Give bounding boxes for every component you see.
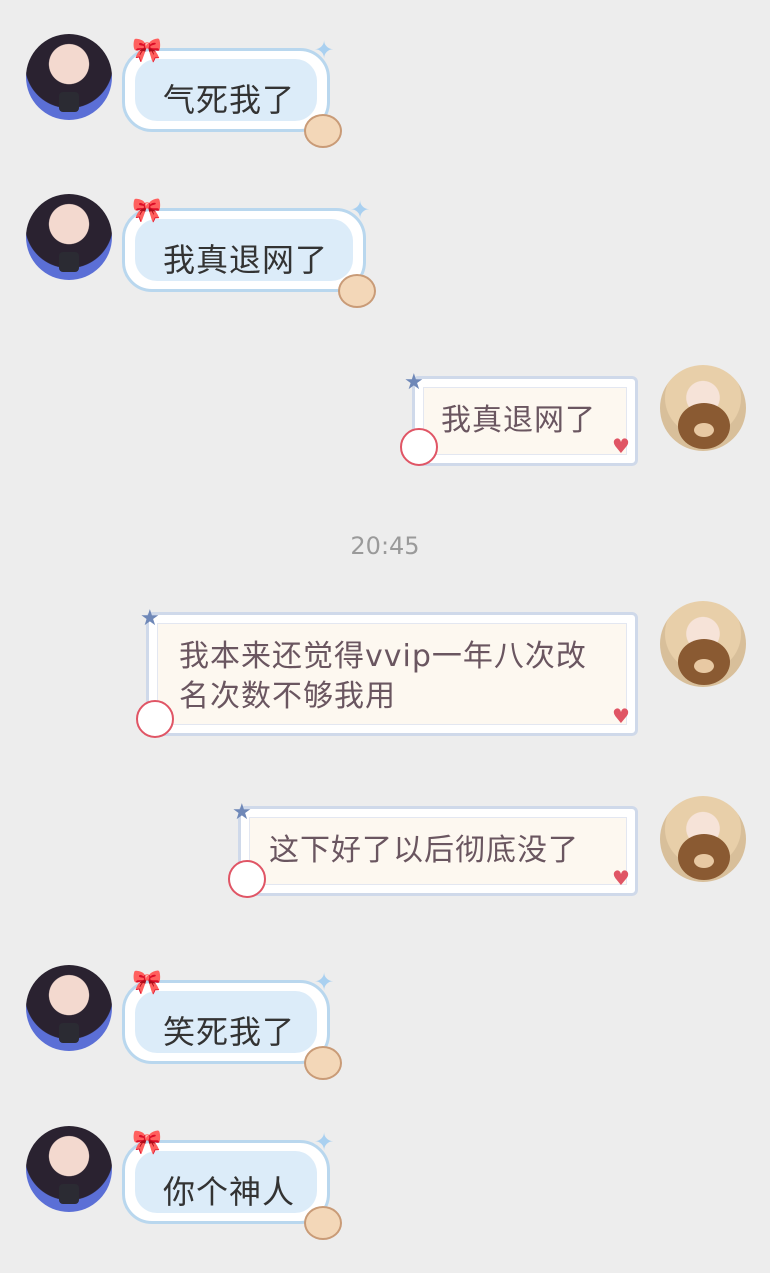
star-icon: ★ (404, 370, 424, 395)
sparkle-icon: ✦ (314, 968, 335, 996)
ribbon-bow-icon: 🎀 (132, 968, 162, 996)
ribbon-bow-icon: 🎀 (132, 196, 162, 224)
deer-sticker-icon (304, 1206, 342, 1240)
timestamp: 20:45 (350, 532, 420, 560)
message-bubble[interactable]: 我真退网了 (412, 376, 638, 466)
hello-kitty-sticker-icon (228, 860, 266, 898)
user-avatar[interactable] (660, 601, 746, 687)
contact-avatar[interactable] (26, 194, 112, 280)
message-text: 我真退网了 (163, 241, 329, 279)
message-text: 这下好了以后彻底没了 (269, 833, 579, 868)
deer-sticker-icon (304, 114, 342, 148)
message-text: 我本来还觉得vvip一年八次改名次数不够我用 (179, 639, 587, 714)
hello-kitty-sticker-icon (136, 700, 174, 738)
sparkle-icon: ✦ (314, 1128, 335, 1156)
message-text: 我真退网了 (441, 403, 596, 438)
message-bubble[interactable]: 我本来还觉得vvip一年八次改名次数不够我用 (146, 612, 638, 736)
message-text: 笑死我了 (163, 1013, 296, 1051)
user-avatar[interactable] (660, 365, 746, 451)
sparkle-icon: ✦ (314, 36, 335, 64)
message-text: 气死我了 (163, 81, 296, 119)
message-text: 你个神人 (163, 1173, 296, 1211)
star-icon: ★ (232, 800, 252, 825)
user-avatar[interactable] (660, 796, 746, 882)
sparkle-icon: ✦ (350, 196, 371, 224)
contact-avatar[interactable] (26, 1126, 112, 1212)
love-note-icon: ♥ (612, 434, 630, 458)
love-note-icon: ♥ (612, 704, 630, 728)
message-bubble[interactable]: 这下好了以后彻底没了 (238, 806, 638, 896)
ribbon-bow-icon: 🎀 (132, 36, 162, 64)
ribbon-bow-icon: 🎀 (132, 1128, 162, 1156)
love-note-icon: ♥ (612, 866, 630, 890)
deer-sticker-icon (304, 1046, 342, 1080)
star-icon: ★ (140, 606, 160, 631)
contact-avatar[interactable] (26, 34, 112, 120)
contact-avatar[interactable] (26, 965, 112, 1051)
hello-kitty-sticker-icon (400, 428, 438, 466)
deer-sticker-icon (338, 274, 376, 308)
